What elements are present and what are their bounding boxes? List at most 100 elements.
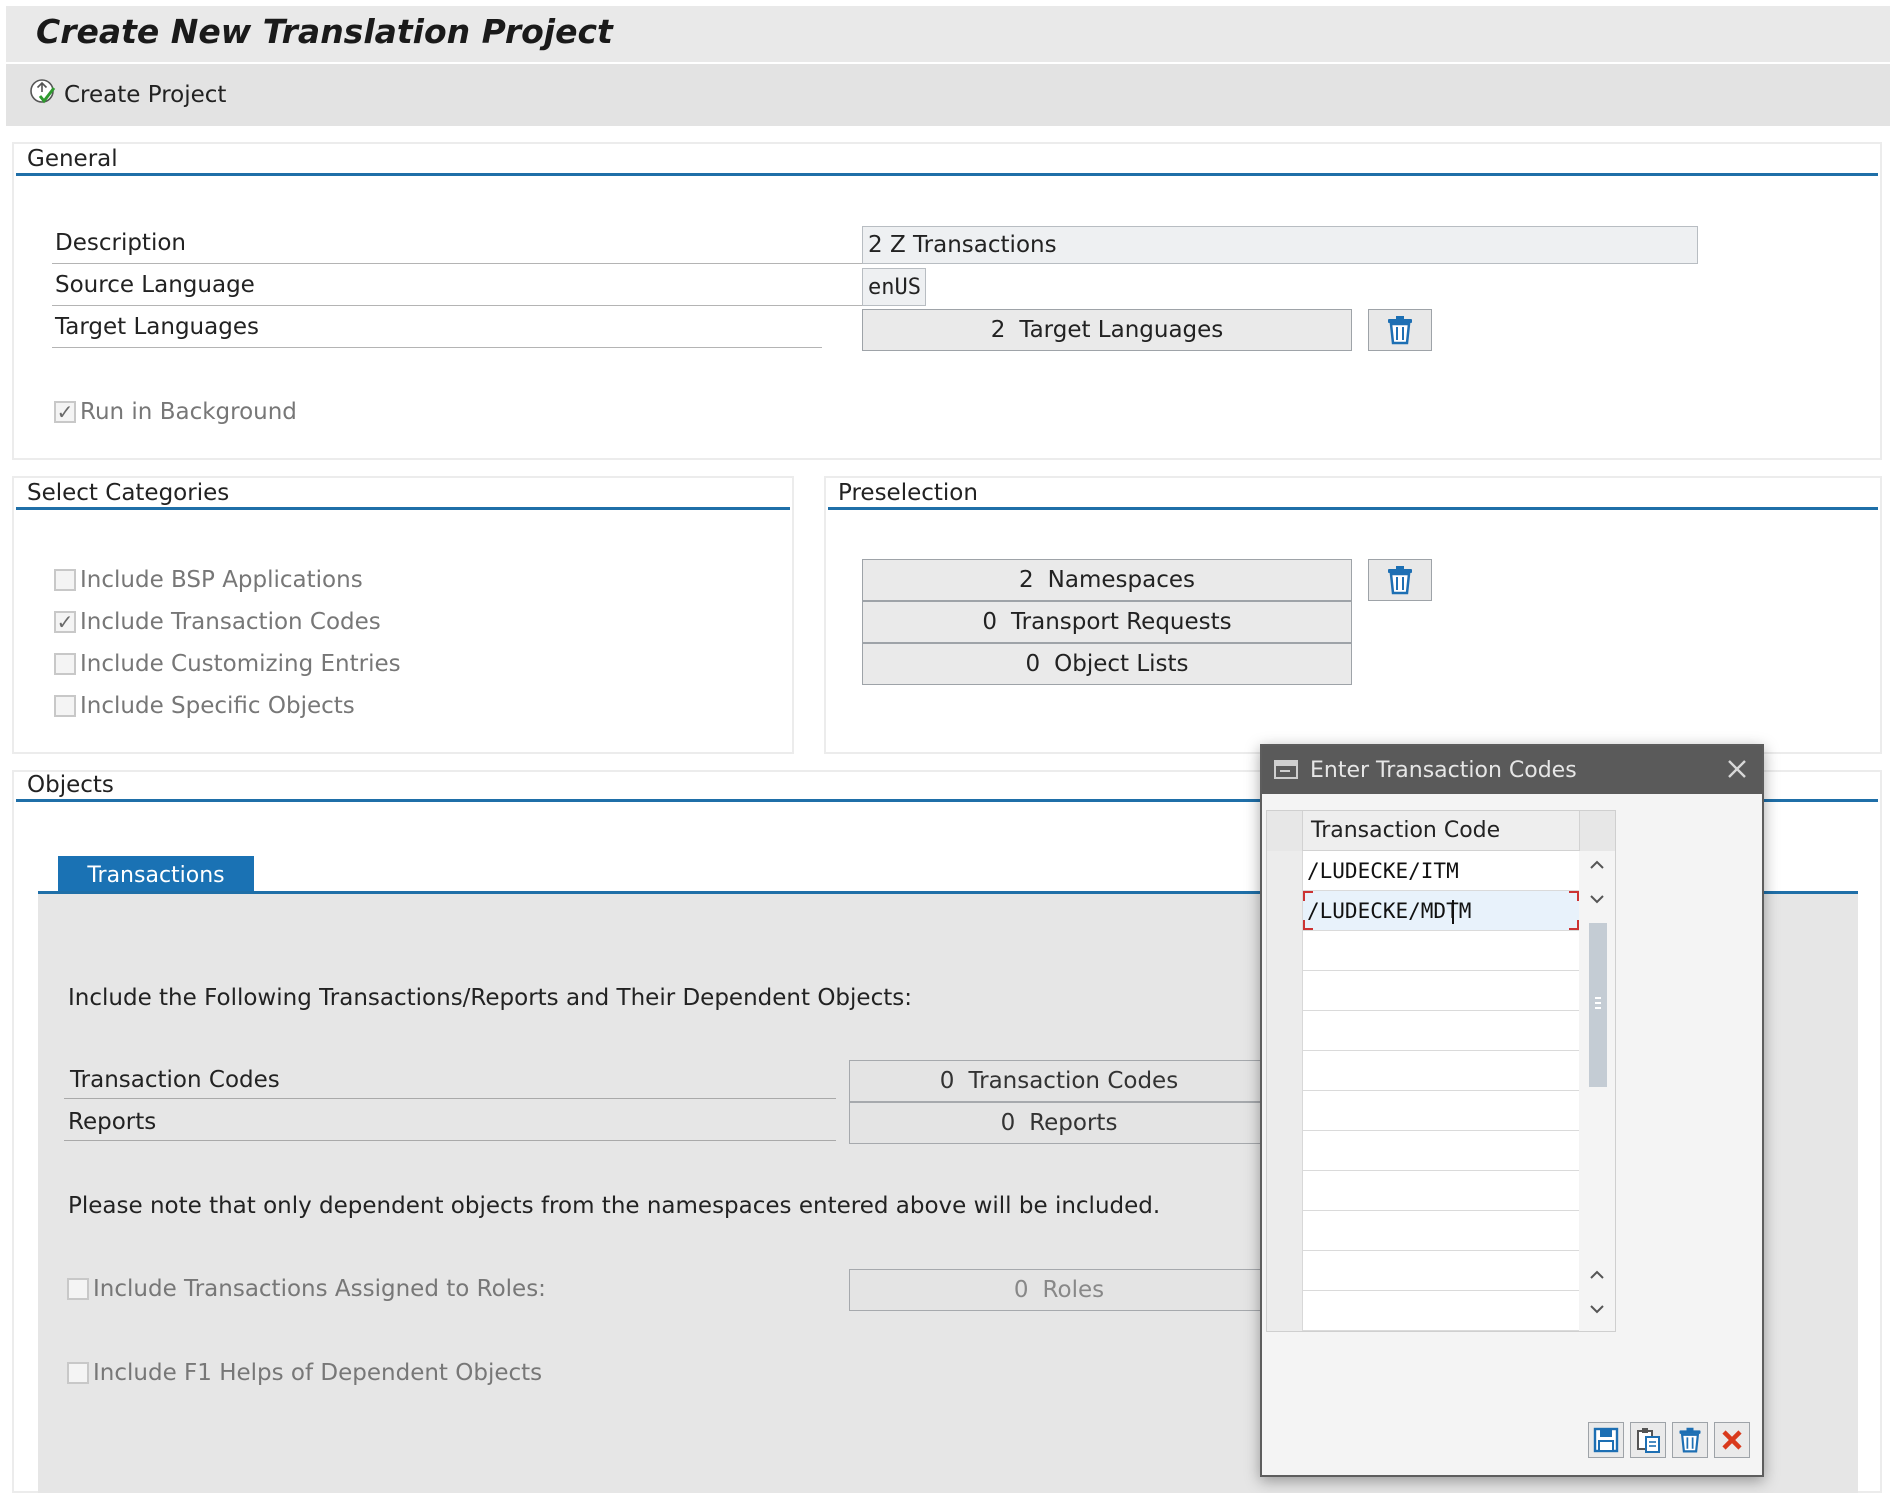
source-language-field[interactable]: enUS xyxy=(862,268,926,306)
trash-icon xyxy=(1388,566,1412,595)
description-label: Description xyxy=(52,230,862,264)
target-languages-button[interactable]: 2 Target Languages xyxy=(862,309,1352,351)
source-language-label-text: Source Language xyxy=(55,272,255,298)
table-row[interactable] xyxy=(1303,971,1579,1011)
table-row[interactable]: /LUDECKE/ITM xyxy=(1303,851,1579,891)
table-row[interactable] xyxy=(1303,931,1579,971)
objectlists-count: 0 xyxy=(1025,651,1041,677)
delete-namespaces-button[interactable] xyxy=(1368,559,1432,601)
paste-button[interactable] xyxy=(1630,1422,1666,1458)
create-project-icon xyxy=(28,77,58,113)
transport-text: Transport Requests xyxy=(1010,609,1232,635)
checkbox-unchecked-icon xyxy=(67,1362,89,1384)
reports-count: 0 xyxy=(1000,1110,1016,1136)
save-button[interactable] xyxy=(1588,1422,1624,1458)
description-label-text: Description xyxy=(55,230,186,256)
table-row[interactable] xyxy=(1303,1171,1579,1211)
table-row[interactable] xyxy=(1303,1011,1579,1051)
table-header: Transaction Code xyxy=(1267,811,1615,851)
table-settings-cell[interactable] xyxy=(1579,811,1615,851)
include-specific-checkbox[interactable]: Include Specific Objects xyxy=(54,693,355,719)
table-row[interactable] xyxy=(1303,1251,1579,1291)
transport-count: 0 xyxy=(982,609,997,635)
transport-requests-button[interactable]: 0 Transport Requests xyxy=(862,601,1352,643)
roles-count: 0 xyxy=(1013,1277,1029,1303)
paste-icon xyxy=(1637,1428,1660,1453)
roles-text: Roles xyxy=(1042,1277,1105,1303)
transaction-code-cell[interactable]: /LUDECKE/ITM xyxy=(1307,859,1459,883)
transaction-codes-button[interactable]: 0 Transaction Codes xyxy=(849,1060,1269,1102)
categories-divider xyxy=(16,507,790,510)
table-row[interactable] xyxy=(1303,1131,1579,1171)
categories-heading: Select Categories xyxy=(27,480,230,506)
checkbox-unchecked-icon xyxy=(67,1278,89,1300)
select-all-cell[interactable] xyxy=(1267,811,1303,851)
create-project-label: Create Project xyxy=(64,82,227,108)
roles-button[interactable]: 0 Roles xyxy=(849,1269,1269,1311)
focus-corner-br xyxy=(1569,920,1579,930)
general-heading: General xyxy=(27,146,118,172)
table-row-active[interactable]: /LUDECKE/MDTM xyxy=(1303,891,1579,931)
checkbox-unchecked-icon xyxy=(54,569,76,591)
tcodes-label: Transaction Codes xyxy=(64,1067,836,1099)
preselection-heading: Preselection xyxy=(838,480,978,506)
include-specific-label: Include Specific Objects xyxy=(80,693,355,719)
dialog-title-bar[interactable]: Enter Transaction Codes xyxy=(1262,746,1762,794)
run-in-background-label: Run in Background xyxy=(80,399,297,425)
focus-corner-bl xyxy=(1303,920,1313,930)
dialog-title: Enter Transaction Codes xyxy=(1310,757,1577,783)
scrollbar-thumb[interactable] xyxy=(1589,923,1607,1087)
objects-heading: Objects xyxy=(27,772,114,798)
table-row[interactable] xyxy=(1303,1211,1579,1251)
include-bsp-label: Include BSP Applications xyxy=(80,567,363,593)
page-title: Create New Translation Project xyxy=(36,12,613,51)
namespaces-button[interactable]: 2 Namespaces xyxy=(862,559,1352,601)
include-tcodes-checkbox[interactable]: ✓ Include Transaction Codes xyxy=(54,609,381,635)
delete-target-languages-button[interactable] xyxy=(1368,309,1432,351)
column-header-transaction-code[interactable]: Transaction Code xyxy=(1311,818,1500,843)
object-lists-button[interactable]: 0 Object Lists xyxy=(862,643,1352,685)
include-roles-checkbox[interactable]: Include Transactions Assigned to Roles: xyxy=(67,1276,546,1302)
create-project-button[interactable]: Create Project xyxy=(28,78,226,112)
scroll-down-icon[interactable] xyxy=(1589,893,1605,905)
close-icon xyxy=(1728,760,1746,778)
tcodes-text: Transaction Codes xyxy=(968,1068,1179,1094)
table-row[interactable] xyxy=(1303,1091,1579,1131)
trash-icon xyxy=(1679,1427,1701,1453)
dialog-window-icon xyxy=(1274,760,1298,779)
page-up-icon[interactable] xyxy=(1589,1269,1605,1281)
source-language-label: Source Language xyxy=(52,272,862,306)
dialog-close-button[interactable] xyxy=(1724,756,1750,782)
page-down-icon[interactable] xyxy=(1589,1303,1605,1315)
tab-transactions[interactable]: Transactions xyxy=(58,856,254,894)
include-f1-checkbox[interactable]: Include F1 Helps of Dependent Objects xyxy=(67,1360,542,1386)
vertical-scrollbar[interactable] xyxy=(1579,851,1615,1331)
namespaces-text: Namespaces xyxy=(1047,567,1195,593)
include-f1-label: Include F1 Helps of Dependent Objects xyxy=(93,1360,543,1386)
delete-rows-button[interactable] xyxy=(1672,1422,1708,1458)
application-toolbar xyxy=(6,64,1890,126)
save-icon xyxy=(1593,1427,1619,1453)
table-row[interactable] xyxy=(1303,1051,1579,1091)
row-selector-column xyxy=(1267,851,1303,1331)
include-bsp-checkbox[interactable]: Include BSP Applications xyxy=(54,567,363,593)
run-in-background-checkbox[interactable]: ✓ Run in Background xyxy=(54,399,297,425)
objects-intro-text: Include the Following Transactions/Repor… xyxy=(68,985,912,1011)
focus-corner-tr xyxy=(1569,891,1579,901)
reports-label: Reports xyxy=(64,1109,836,1141)
cancel-icon xyxy=(1722,1430,1742,1450)
cancel-button[interactable] xyxy=(1714,1422,1750,1458)
transaction-code-input[interactable]: /LUDECKE/MDTM xyxy=(1307,899,1471,923)
target-languages-text: Target Languages xyxy=(1019,317,1224,343)
trash-icon xyxy=(1388,316,1412,345)
description-field[interactable]: 2 Z Transactions xyxy=(862,226,1698,264)
tcodes-count: 0 xyxy=(939,1068,955,1094)
scroll-up-icon[interactable] xyxy=(1589,859,1605,871)
table-row[interactable] xyxy=(1303,1291,1579,1331)
include-customizing-checkbox[interactable]: Include Customizing Entries xyxy=(54,651,401,677)
focus-corner-tl xyxy=(1303,891,1313,901)
preselection-divider xyxy=(828,507,1878,510)
reports-button[interactable]: 0 Reports xyxy=(849,1102,1269,1144)
objectlists-text: Object Lists xyxy=(1054,651,1189,677)
general-divider xyxy=(16,173,1878,176)
